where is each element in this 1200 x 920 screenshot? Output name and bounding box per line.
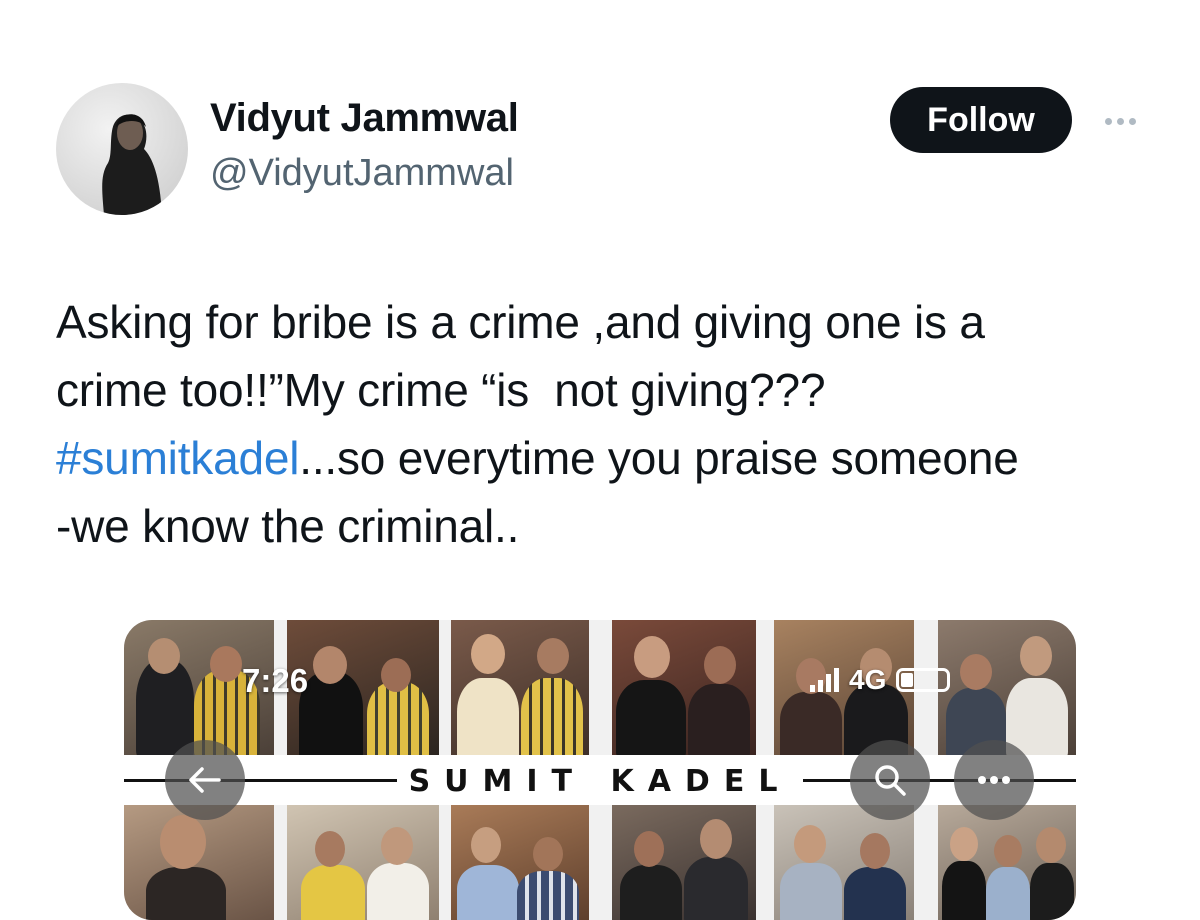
status-bar-indicators: 4G [810, 664, 951, 696]
collage-photo [451, 620, 589, 755]
collage-photo [938, 805, 1076, 920]
arrow-left-icon [165, 740, 245, 820]
network-type: 4G [849, 664, 887, 695]
collage-photo [938, 620, 1076, 755]
status-bar-time: 7:26 [242, 662, 309, 699]
collage-photo [612, 620, 756, 755]
signal-icon [810, 668, 839, 692]
author-handle[interactable]: @VidyutJammwal [210, 152, 514, 195]
tweet-line-2: crime too!!”My crime “is not giving??? [56, 364, 826, 416]
collage-photo [774, 805, 914, 920]
tweet-media-image[interactable]: 7:26 4G SUMIT KADEL [124, 620, 1076, 920]
profile-banner: SUMIT KADEL [124, 755, 1076, 805]
collage-photo [287, 620, 439, 755]
hashtag-link[interactable]: #sumitkadel [56, 432, 299, 484]
tweet-text: Asking for bribe is a crime ,and giving … [56, 288, 1156, 560]
collage-photo [287, 805, 439, 920]
collage-photo [124, 805, 274, 920]
tweet-line-3: ...so everytime you praise someone [299, 432, 1019, 484]
more-options-icon[interactable] [1098, 106, 1142, 136]
author-avatar[interactable] [56, 83, 188, 215]
collage-photo [612, 805, 756, 920]
battery-icon [896, 668, 951, 692]
banner-title: SUMIT KADEL [124, 764, 1076, 799]
profile-photo [102, 114, 162, 215]
more-horizontal-icon [954, 740, 1034, 820]
tweet-line-1: Asking for bribe is a crime ,and giving … [56, 296, 985, 348]
follow-button[interactable]: Follow [890, 87, 1072, 153]
collage-photo [451, 805, 589, 920]
author-display-name[interactable]: Vidyut Jammwal [210, 96, 519, 141]
search-icon [850, 740, 930, 820]
tweet-line-4: -we know the criminal.. [56, 500, 520, 552]
